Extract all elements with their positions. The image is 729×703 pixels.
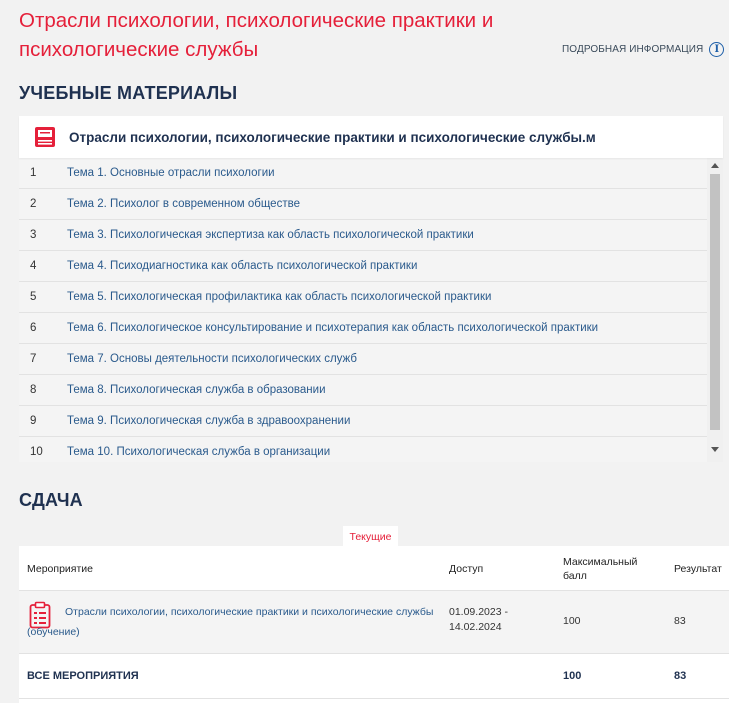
material-item-6[interactable]: 6 Тема 6. Психологическое консультировани… bbox=[19, 313, 707, 344]
material-link[interactable]: Тема 2. Психолог в современном обществе bbox=[67, 198, 300, 210]
material-item-10[interactable]: 10 Тема 10. Психологическая служба в орга… bbox=[19, 437, 707, 462]
access-from: 01.09.2023 - bbox=[449, 606, 508, 618]
materials-panel: Отрасли психологии, психологические прак… bbox=[19, 116, 723, 462]
scroll-up-arrow-icon[interactable] bbox=[711, 163, 719, 168]
event-subtitle-link[interactable]: (обучение) bbox=[27, 622, 80, 642]
total-label: ВСЕ МЕРОПРИЯТИЯ bbox=[27, 670, 139, 682]
info-icon[interactable]: i bbox=[709, 42, 725, 57]
material-item-3[interactable]: 3 Тема 3. Психологическая экспертиза как … bbox=[19, 220, 707, 251]
material-item-7[interactable]: 7 Тема 7. Основы деятельности психологиче… bbox=[19, 344, 707, 375]
material-link[interactable]: Тема 3. Психологическая экспертиза как о… bbox=[67, 229, 474, 241]
material-link[interactable]: Тема 1. Основные отрасли психологии bbox=[67, 167, 275, 179]
col-result: Результат bbox=[674, 563, 722, 575]
material-link[interactable]: Тема 4. Психодиагностика как область пси… bbox=[67, 260, 417, 272]
material-link[interactable]: Тема 7. Основы деятельности психологичес… bbox=[67, 353, 357, 365]
material-item-9[interactable]: 9 Тема 9. Психологическая служба в здраво… bbox=[19, 406, 707, 437]
scroll-thumb[interactable] bbox=[710, 174, 720, 430]
submission-section-title: СДАЧА bbox=[19, 490, 83, 510]
total-max-score: 100 bbox=[563, 670, 582, 682]
material-item-5[interactable]: 5 Тема 5. Психологическая профилактика ка… bbox=[19, 282, 707, 313]
scroll-down-arrow-icon[interactable] bbox=[711, 447, 719, 452]
material-num: 8 bbox=[30, 384, 37, 396]
col-max-score-line2: балл bbox=[563, 570, 587, 582]
result-value: 83 bbox=[674, 615, 686, 627]
more-info-label: ПОДРОБНАЯ ИНФОРМАЦИЯ bbox=[562, 44, 704, 55]
submission-table: Мероприятие Доступ Максимальный балл Рез… bbox=[19, 546, 729, 703]
material-item-1[interactable]: 1 Тема 1. Основные отрасли психологии bbox=[19, 158, 707, 189]
material-link[interactable]: Тема 10. Психологическая служба в органи… bbox=[67, 446, 330, 458]
access-to: 14.02.2024 bbox=[449, 621, 502, 633]
more-info-link[interactable]: ПОДРОБНАЯ ИНФОРМАЦИЯ i bbox=[562, 42, 725, 57]
page-title: Отрасли психологии, психологические прак… bbox=[19, 9, 494, 61]
tab-current[interactable]: Текущие bbox=[343, 526, 398, 547]
col-access: Доступ bbox=[449, 563, 484, 575]
material-link[interactable]: Тема 8. Психологическая служба в образов… bbox=[67, 384, 326, 396]
material-num: 3 bbox=[30, 229, 37, 241]
material-link[interactable]: Тема 6. Психологическое консультирование… bbox=[67, 322, 598, 334]
material-link[interactable]: Тема 9. Психологическая служба в здравоо… bbox=[67, 415, 350, 427]
material-num: 1 bbox=[30, 167, 37, 179]
col-max-score-line1: Максимальный bbox=[563, 556, 638, 568]
materials-list: 1 Тема 1. Основные отрасли психологии 2 Те… bbox=[19, 158, 707, 462]
materials-scrollbar[interactable] bbox=[707, 158, 723, 462]
table-header: Мероприятие Доступ Максимальный балл Рез… bbox=[19, 546, 729, 591]
event-link[interactable]: Отрасли психологии, психологические прак… bbox=[65, 602, 433, 622]
material-item-8[interactable]: 8 Тема 8. Психологическая служба в образо… bbox=[19, 375, 707, 406]
max-score-value: 100 bbox=[563, 615, 581, 627]
materials-header[interactable]: Отрасли психологии, психологические прак… bbox=[19, 116, 723, 158]
table-row[interactable]: Отрасли психологии, психологические прак… bbox=[19, 591, 729, 654]
material-num: 4 bbox=[30, 260, 37, 272]
table-total-row: ВСЕ МЕРОПРИЯТИЯ 100 83 bbox=[19, 654, 729, 699]
col-event: Мероприятие bbox=[27, 563, 93, 575]
material-item-4[interactable]: 4 Тема 4. Психодиагностика как область пс… bbox=[19, 251, 707, 282]
materials-header-title: Отрасли психологии, психологические прак… bbox=[69, 129, 596, 145]
material-item-2[interactable]: 2 Тема 2. Психолог в современном обществе bbox=[19, 189, 707, 220]
material-num: 5 bbox=[30, 291, 37, 303]
material-num: 7 bbox=[30, 353, 37, 365]
book-icon bbox=[35, 127, 55, 147]
material-num: 10 bbox=[30, 446, 43, 458]
materials-section-title: УЧЕБНЫЕ МАТЕРИАЛЫ bbox=[19, 83, 238, 103]
material-num: 6 bbox=[30, 322, 37, 334]
material-link[interactable]: Тема 5. Психологическая профилактика как… bbox=[67, 291, 491, 303]
material-num: 2 bbox=[30, 198, 37, 210]
material-num: 9 bbox=[30, 415, 37, 427]
total-result: 83 bbox=[674, 670, 687, 682]
